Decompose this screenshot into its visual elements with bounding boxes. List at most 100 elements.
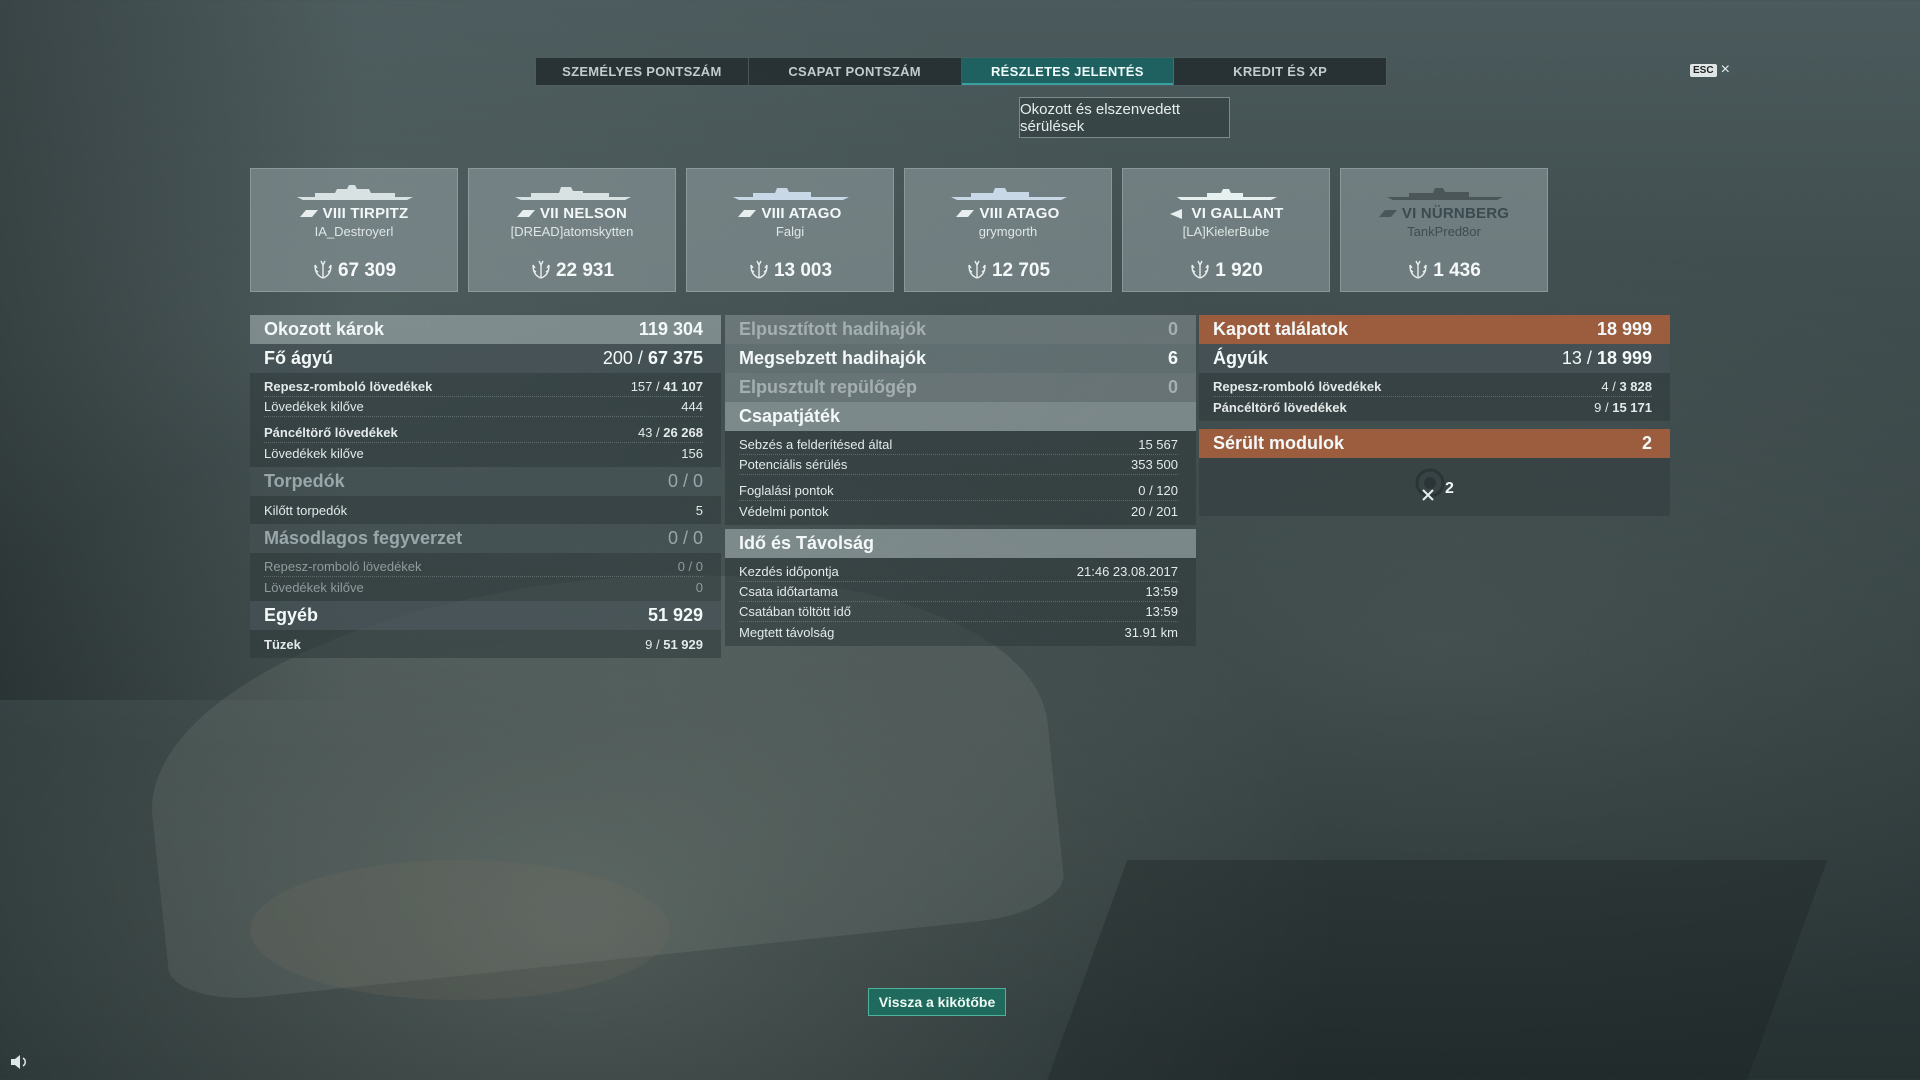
received-he-row: Repesz-romboló lövedékek 4 / 3 828 <box>1213 377 1652 397</box>
other-header: Egyéb 51 929 <box>250 601 721 630</box>
ship-silhouette-icon <box>1387 188 1503 200</box>
player-name: IA_Destroyerl <box>314 224 394 239</box>
ship-silhouette-icon <box>733 188 849 200</box>
background-hatch <box>250 860 670 1000</box>
ship-name: VII NELSON <box>469 205 675 222</box>
return-to-port-button[interactable]: Vissza a kikötőbe <box>868 988 1006 1016</box>
ship-name: VI NÜRNBERG <box>1341 205 1547 222</box>
ap-shells-row: Páncéltörő lövedékek 43 / 26 268 <box>264 423 703 443</box>
tab-detailed-report[interactable]: RÉSZLETES JELENTÉS <box>961 58 1175 85</box>
time-in-battle-row: Csatában töltött idő 13:59 <box>739 602 1178 622</box>
teamplay-rows: Sebzés a felderítésed által 15 567 Potenc… <box>725 431 1196 525</box>
damage-subtab[interactable]: Okozott és elszenvedett sérülések <box>1019 97 1230 138</box>
damage-dealt-panel: Okozott károk 119 304 Fő ágyú 200 / 67 375… <box>250 315 721 658</box>
secondary-rows: Repesz-romboló lövedékek 0 / 0 Lövedékek … <box>250 553 721 601</box>
laurel-icon <box>532 260 550 279</box>
time-distance-rows: Kezdés időpontja 21:46 23.08.2017 Csata i… <box>725 558 1196 646</box>
ship-name: VI GALLANT <box>1123 205 1329 222</box>
he-shells-row: Repesz-romboló lövedékek 157 / 41 107 <box>264 377 703 397</box>
report-tabs: SZEMÉLYES PONTSZÁM CSAPAT PONTSZÁM RÉSZL… <box>535 57 1387 86</box>
esc-key-icon: ESC <box>1690 63 1717 77</box>
ship-silhouette-icon <box>1177 189 1277 200</box>
teamplay-header: Csapatjáték <box>725 402 1196 431</box>
player-name: Falgi <box>775 224 805 239</box>
damage-dealt-header: Okozott károk 119 304 <box>250 315 721 344</box>
capture-points-row: Foglalási pontok 0 / 120 <box>739 481 1178 501</box>
spotting-damage-row: Sebzés a felderítésed által 15 567 <box>739 435 1178 455</box>
tab-team-score[interactable]: CSAPAT PONTSZÁM <box>749 58 962 85</box>
ship-card[interactable]: VII NELSON [DREAD]atomskytten 22 931 <box>468 168 676 292</box>
tab-personal-score[interactable]: SZEMÉLYES PONTSZÁM <box>536 58 749 85</box>
module-count: 2 <box>1445 480 1454 497</box>
ship-silhouette-icon <box>951 188 1067 200</box>
he-fired-row: Lövedékek kilőve 444 <box>264 397 703 417</box>
battle-duration-row: Csata időtartama 13:59 <box>739 582 1178 602</box>
start-time-row: Kezdés időpontja 21:46 23.08.2017 <box>739 562 1178 582</box>
cruiser-icon <box>738 210 757 218</box>
other-rows: Tüzek 9 / 51 929 <box>250 630 721 658</box>
ship-damage: 1 436 <box>1341 259 1547 282</box>
torpedo-rows: Kilőtt torpedók 5 <box>250 496 721 524</box>
hits-received-header: Kapott találatok 18 999 <box>1199 315 1670 344</box>
battle-summary-panel: Elpusztított hadihajók 0 Megsebzett hadih… <box>725 315 1196 646</box>
ship-name: VIII ATAGO <box>687 205 893 222</box>
background-ramp <box>1032 860 1828 1080</box>
close-button[interactable]: ESC × <box>1690 62 1730 78</box>
battleship-icon <box>299 210 318 218</box>
damaged-modules-area: 2 <box>1199 458 1670 516</box>
player-name: grymgorth <box>978 224 1038 239</box>
ship-damage: 13 003 <box>687 259 893 282</box>
sound-icon[interactable] <box>10 1054 30 1070</box>
received-ap-row: Páncéltörő lövedékek 9 / 15 171 <box>1213 399 1652 415</box>
player-name: TankPred8or <box>1407 224 1481 239</box>
ship-card[interactable]: VI NÜRNBERG TankPred8or 1 436 <box>1340 168 1548 292</box>
ships-destroyed-header: Elpusztított hadihajók 0 <box>725 315 1196 344</box>
main-battery-header: Fő ágyú 200 / 67 375 <box>250 344 721 373</box>
ship-card[interactable]: VIII ATAGO grymgorth 12 705 <box>904 168 1112 292</box>
tab-credits-xp[interactable]: KREDIT ÉS XP <box>1174 58 1386 85</box>
distance-row: Megtett távolság 31.91 km <box>739 624 1178 640</box>
destroyer-icon <box>1170 209 1183 220</box>
battleship-icon <box>516 210 535 218</box>
fires-row: Tüzek 9 / 51 929 <box>264 636 703 652</box>
defense-points-row: Védelmi pontok 20 / 201 <box>739 503 1178 519</box>
ship-name: VIII TIRPITZ <box>251 205 457 222</box>
ship-damage: 12 705 <box>905 259 1111 282</box>
cruiser-icon <box>1378 210 1397 218</box>
laurel-icon <box>314 260 332 279</box>
ship-name: VIII ATAGO <box>905 205 1111 222</box>
ship-damage: 67 309 <box>251 259 457 282</box>
ap-fired-row: Lövedékek kilőve 156 <box>264 445 703 461</box>
secondary-header: Másodlagos fegyverzet 0 / 0 <box>250 524 721 553</box>
guns-rows: Repesz-romboló lövedékek 4 / 3 828 Páncél… <box>1199 373 1670 421</box>
laurel-icon <box>968 260 986 279</box>
player-name: [DREAD]atomskytten <box>510 224 634 239</box>
laurel-icon <box>1409 260 1427 279</box>
laurel-icon <box>1191 260 1209 279</box>
main-battery-rows: Repesz-romboló lövedékek 157 / 41 107 Löv… <box>250 373 721 467</box>
potential-damage-row: Potenciális sérülés 353 500 <box>739 455 1178 475</box>
secondary-he-row: Repesz-romboló lövedékek 0 / 0 <box>264 557 703 577</box>
torpedoes-header: Torpedók 0 / 0 <box>250 467 721 496</box>
damage-received-panel: Kapott találatok 18 999 Ágyúk 13 / 18 999 … <box>1199 315 1670 516</box>
ship-card[interactable]: VIII TIRPITZ IA_Destroyerl 67 309 <box>250 168 458 292</box>
damaged-ships-list: VIII TIRPITZ IA_Destroyerl 67 309 VII NE… <box>250 168 1548 292</box>
torpedoes-fired-row: Kilőtt torpedók 5 <box>264 502 703 518</box>
ships-damaged-header: Megsebzett hadihajók 6 <box>725 344 1196 373</box>
damaged-modules-header: Sérült modulok 2 <box>1199 429 1670 458</box>
ship-silhouette-icon <box>515 187 631 200</box>
planes-destroyed-header: Elpusztult repülőgép 0 <box>725 373 1196 402</box>
player-name: [LA]KielerBube <box>1182 224 1270 239</box>
ship-silhouette-icon <box>297 185 413 200</box>
ship-card[interactable]: VIII ATAGO Falgi 13 003 <box>686 168 894 292</box>
module-damage-icon <box>1415 468 1445 501</box>
laurel-icon <box>750 260 768 279</box>
close-icon: × <box>1720 61 1730 78</box>
ship-damage: 22 931 <box>469 259 675 282</box>
guns-header: Ágyúk 13 / 18 999 <box>1199 344 1670 373</box>
ship-card[interactable]: VI GALLANT [LA]KielerBube 1 920 <box>1122 168 1330 292</box>
cruiser-icon <box>956 210 975 218</box>
ship-damage: 1 920 <box>1123 259 1329 282</box>
time-distance-header: Idő és Távolság <box>725 529 1196 558</box>
secondary-fired-row: Lövedékek kilőve 0 <box>264 579 703 595</box>
